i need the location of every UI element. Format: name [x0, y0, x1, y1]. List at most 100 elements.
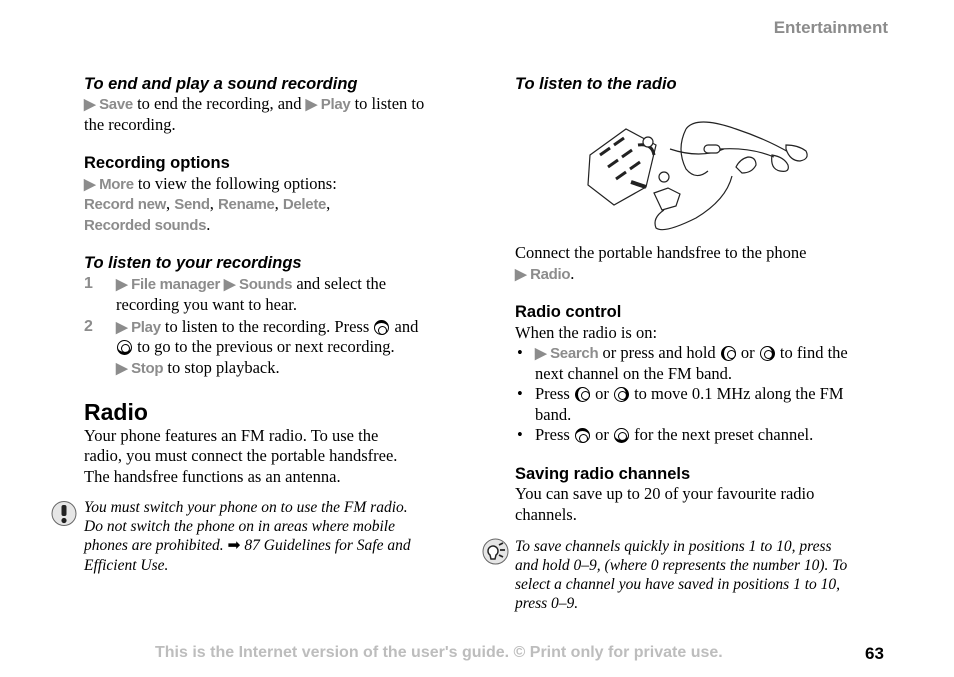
text-line: next channel on the FM band. — [535, 364, 732, 384]
note-line: select a channel you have saved in posit… — [515, 575, 840, 595]
text: , — [274, 194, 283, 213]
text-line: ▶ Search or press and hold or to find th… — [535, 343, 848, 364]
text: To listen to your recordings — [84, 254, 302, 272]
note-line: Do not switch the phone on in areas wher… — [84, 517, 395, 537]
text-line: Press or to move 0.1 MHz along the FM — [535, 384, 844, 404]
nav-key-up-icon — [374, 320, 390, 335]
text-line: Press or for the next preset channel. — [535, 425, 813, 445]
text: band. — [535, 405, 572, 424]
text: • — [517, 425, 523, 444]
menu-path: Recorded sounds — [84, 217, 207, 234]
text: the recording. — [84, 115, 176, 134]
note-line: You must switch your phone on to use the… — [84, 498, 408, 518]
text: You can save up to 20 of your favourite … — [515, 484, 815, 503]
bullet: • — [517, 425, 523, 445]
text: To end and play a sound recording — [84, 75, 358, 93]
text: Saving radio channels — [515, 465, 691, 483]
text: to end the recording, and — [132, 94, 306, 113]
exclamation-icon — [51, 501, 77, 526]
note-line: and hold 0–9, (where 0 represents the nu… — [515, 556, 847, 576]
menu-path: Send — [174, 196, 210, 213]
menu-path: ▶ More — [84, 176, 134, 193]
menu-path: ▶ Save — [84, 96, 133, 113]
text-line: band. — [535, 405, 571, 425]
text: to go to the previous or next recording. — [133, 337, 395, 356]
text-line: Connect the portable handsfree to the ph… — [515, 243, 806, 263]
bullet: • — [517, 343, 523, 363]
text: • — [517, 384, 523, 403]
text: Recording options — [84, 154, 230, 172]
text: Efficient Use. — [84, 557, 169, 574]
text: 2 — [84, 318, 93, 335]
section-heading: To end and play a sound recording — [84, 74, 358, 94]
text-line: The handsfree functions as an antenna. — [84, 467, 341, 487]
text: and — [390, 317, 419, 336]
text-line: ▶ Radio. — [515, 264, 574, 285]
nav-key-down-icon — [613, 428, 629, 443]
text: . — [570, 264, 575, 283]
menu-path: ▶ File manager ▶ Sounds — [116, 276, 293, 293]
step-number: 1 — [84, 274, 93, 294]
text: phones are prohibited. — [84, 537, 228, 554]
text: The handsfree functions as an antenna. — [84, 467, 341, 486]
text: When the radio is on: — [515, 323, 658, 342]
text: to view the following options: — [133, 174, 337, 193]
nav-key-up-icon — [574, 428, 590, 443]
text: radio, you must connect the portable han… — [84, 446, 398, 465]
nav-key-right-icon — [759, 346, 775, 361]
nav-key-right-icon — [613, 387, 629, 402]
menu-path: Rename — [218, 196, 275, 213]
menu-path: ▶ Search — [535, 345, 599, 362]
text-line: recording you want to hear. — [116, 295, 297, 315]
text: or press and hold — [598, 343, 720, 362]
bullet: • — [517, 384, 523, 404]
text: Radio — [84, 399, 148, 425]
nav-key-down-icon — [117, 340, 132, 355]
note-line: phones are prohibited. ➡ 87 Guidelines f… — [84, 536, 411, 556]
text: to listen to — [350, 94, 425, 113]
menu-path: ▶ Play — [116, 319, 161, 336]
text: or — [590, 425, 613, 444]
note-line: Efficient Use. — [84, 556, 168, 576]
text: You must switch your phone on to use the… — [84, 499, 408, 516]
subheading: Saving radio channels — [515, 464, 690, 484]
text: Do not switch the phone on in areas wher… — [84, 518, 395, 535]
menu-path: Record new — [84, 196, 167, 213]
menu-path: ▶ Stop — [116, 360, 164, 377]
text-line: Record new, Send, Rename, Delete, — [84, 194, 330, 215]
nav-key-left-icon — [574, 387, 590, 402]
text-line: ▶ More to view the following options: — [84, 174, 337, 195]
text: Connect the portable handsfree to the ph… — [515, 243, 807, 262]
text: Press — [535, 384, 574, 403]
text-line: the recording. — [84, 115, 176, 135]
text: Your phone features an FM radio. To use … — [84, 426, 379, 445]
lightbulb-tip-icon — [482, 538, 509, 565]
text-line: ▶ Play to listen to the recording. Press… — [116, 317, 418, 338]
step-number: 2 — [84, 317, 93, 337]
text-line: When the radio is on: — [515, 323, 657, 343]
note-line: press 0–9. — [515, 594, 578, 614]
section-header: Entertainment — [773, 18, 888, 37]
phone-handsfree-connection-illustration — [587, 121, 808, 231]
text-line: Your phone features an FM radio. To use … — [84, 426, 378, 446]
text: press 0–9. — [515, 595, 579, 612]
arrow-icon: ➡ — [227, 537, 241, 554]
text: to move 0.1 MHz along the FM — [629, 384, 844, 403]
text: recording you want to hear. — [116, 295, 297, 314]
text: 87 Guidelines for Safe and — [240, 537, 411, 554]
footer-notice: This is the Internet version of the user… — [155, 644, 723, 661]
text-line: channels. — [515, 505, 577, 525]
menu-path: Delete — [282, 196, 327, 213]
text-line: ▶ Save to end the recording, and ▶ Play … — [84, 94, 424, 115]
subheading: Recording options — [84, 153, 230, 173]
note-line: To save channels quickly in positions 1 … — [515, 537, 832, 557]
manual-page: Entertainment To end and play a sound re… — [0, 0, 954, 677]
page-number: 63 — [865, 644, 884, 663]
text: To save channels quickly in positions 1 … — [515, 538, 832, 555]
text-line: You can save up to 20 of your favourite … — [515, 484, 814, 504]
text: channels. — [515, 505, 577, 524]
menu-path: ▶ Radio — [515, 266, 571, 283]
nav-key-left-icon — [720, 346, 736, 361]
text-line: to go to the previous or next recording. — [116, 337, 395, 357]
text: Radio control — [515, 303, 622, 321]
